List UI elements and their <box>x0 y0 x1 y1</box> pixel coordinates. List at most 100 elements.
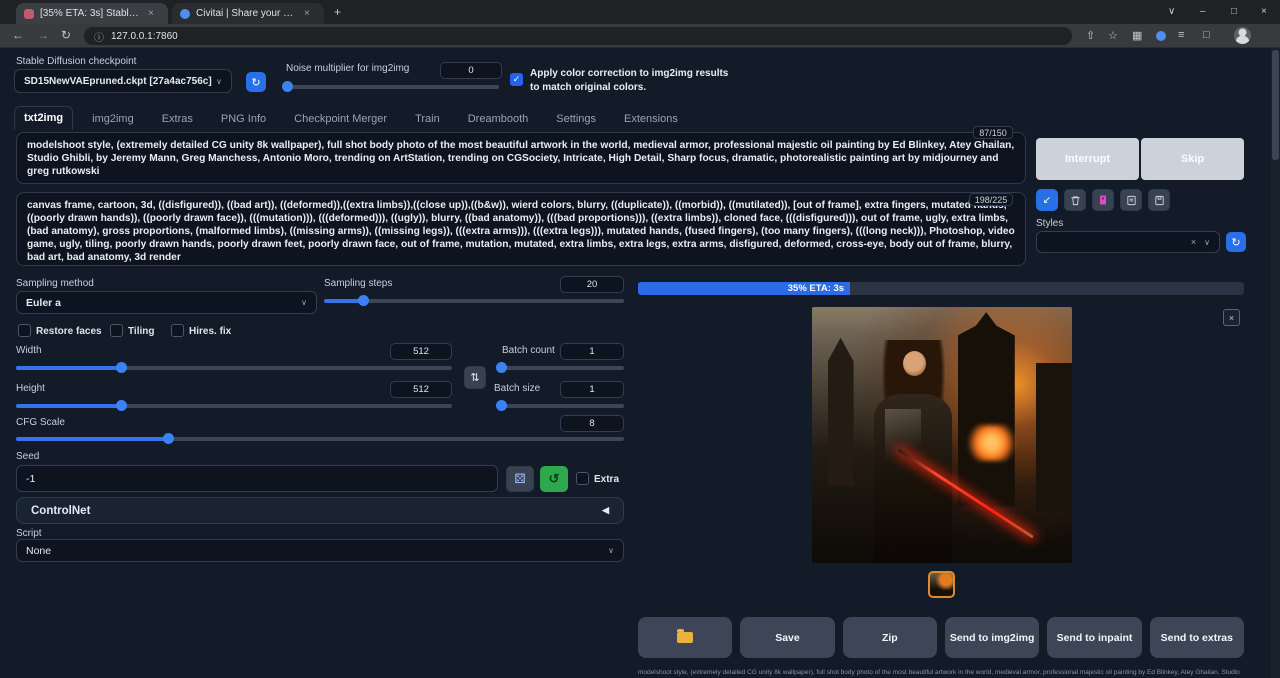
trash-icon <box>1070 195 1081 206</box>
main-tab-bar: txt2img img2img Extras PNG Info Checkpoi… <box>14 106 687 130</box>
generated-image-preview[interactable] <box>812 307 1072 563</box>
extension-blue-icon[interactable] <box>1156 31 1166 41</box>
app-window: [35% ETA: 3s] Stable Diffusion × Civitai… <box>0 0 1280 678</box>
width-value[interactable]: 512 <box>390 343 452 360</box>
script-dropdown[interactable]: None ∨ <box>16 539 624 562</box>
reuse-seed-button[interactable]: ↺ <box>540 466 568 492</box>
color-correction-checkbox[interactable]: ✓ <box>510 73 523 86</box>
window-chevron-icon[interactable]: ∨ <box>1168 6 1175 17</box>
forward-icon[interactable]: → <box>37 28 49 42</box>
script-label: Script <box>16 528 42 539</box>
slider-knob[interactable] <box>282 81 293 92</box>
restore-faces-label: Restore faces <box>36 326 102 337</box>
sampling-steps-label: Sampling steps <box>324 278 392 289</box>
profile-avatar[interactable] <box>1234 27 1251 44</box>
refresh-checkpoints-button[interactable]: ↻ <box>246 72 266 92</box>
tab-extras[interactable]: Extras <box>153 108 202 130</box>
site-info-icon[interactable]: ⓘ <box>94 29 104 44</box>
save-button[interactable]: Save <box>740 617 834 658</box>
new-tab-button[interactable]: + <box>334 5 341 19</box>
tab-close-icon[interactable]: × <box>148 8 154 19</box>
batch-count-slider[interactable] <box>496 366 624 370</box>
skip-button[interactable]: Skip <box>1141 138 1244 180</box>
apply-style-button[interactable] <box>1120 189 1142 211</box>
clear-styles-icon[interactable]: × <box>1191 237 1196 247</box>
cfg-scale-value[interactable]: 8 <box>560 415 624 432</box>
send-to-extras-button[interactable]: Send to extras <box>1150 617 1244 658</box>
menu-icon[interactable]: ≡ <box>1178 29 1184 41</box>
browser-tab-active[interactable]: [35% ETA: 3s] Stable Diffusion × <box>16 3 168 24</box>
extra-seed-checkbox[interactable] <box>576 472 589 485</box>
recycle-icon: ↺ <box>549 471 560 487</box>
prompt-token-counter: 87/150 <box>973 126 1013 139</box>
tab-checkpoint-merger[interactable]: Checkpoint Merger <box>285 108 396 130</box>
window-maximize-button[interactable]: □ <box>1231 6 1237 17</box>
window-close-button[interactable]: × <box>1261 6 1267 17</box>
tab-settings[interactable]: Settings <box>547 108 605 130</box>
sampling-steps-value[interactable]: 20 <box>560 276 624 293</box>
sampling-method-dropdown[interactable]: Euler a ∨ <box>16 291 317 314</box>
tab-txt2img[interactable]: txt2img <box>14 106 73 130</box>
folder-icon <box>677 632 693 643</box>
batch-size-value[interactable]: 1 <box>560 381 624 398</box>
reload-icon[interactable]: ↻ <box>61 28 71 42</box>
interrupt-button[interactable]: Interrupt <box>1036 138 1139 180</box>
seed-input[interactable]: -1 <box>16 465 498 492</box>
bookmark-star-icon[interactable]: ☆ <box>1108 29 1118 42</box>
open-folder-button[interactable] <box>638 617 732 658</box>
height-slider[interactable] <box>16 404 452 408</box>
batch-count-value[interactable]: 1 <box>560 343 624 360</box>
cfg-scale-slider[interactable] <box>16 437 624 441</box>
dice-icon: ⚄ <box>514 471 525 487</box>
send-to-inpaint-button[interactable]: Send to inpaint <box>1047 617 1141 658</box>
style-card-icon <box>1126 195 1137 206</box>
slider-knob[interactable] <box>116 400 127 411</box>
tab-png-info[interactable]: PNG Info <box>212 108 275 130</box>
checkpoint-value: SD15NewVAEpruned.ckpt [27a4ac756c] <box>24 76 212 87</box>
slider-knob[interactable] <box>116 362 127 373</box>
negative-prompt-input[interactable]: canvas frame, cartoon, 3d, ((disfigured)… <box>16 192 1026 266</box>
styles-dropdown[interactable]: × ∨ <box>1036 231 1220 253</box>
noise-multiplier-value[interactable]: 0 <box>440 62 502 79</box>
tab-close-icon[interactable]: × <box>304 8 310 19</box>
side-panel-icon[interactable]: □ <box>1203 29 1210 41</box>
window-minimize-button[interactable]: – <box>1200 6 1206 17</box>
batch-size-slider[interactable] <box>496 404 624 408</box>
zip-button[interactable]: Zip <box>843 617 937 658</box>
address-bar[interactable]: ⓘ 127.0.0.1:7860 <box>84 27 1072 45</box>
extensions-grid-icon[interactable]: ▦ <box>1132 29 1142 42</box>
slider-knob[interactable] <box>496 400 507 411</box>
prompt-input[interactable]: modelshoot style, (extremely detailed CG… <box>16 132 1026 184</box>
browser-tab-civitai[interactable]: Civitai | Share your models × <box>172 3 324 24</box>
tab-dreambooth[interactable]: Dreambooth <box>459 108 538 130</box>
tab-img2img[interactable]: img2img <box>83 108 143 130</box>
slider-knob[interactable] <box>358 295 369 306</box>
controlnet-accordion[interactable]: ControlNet ◀ <box>16 497 624 524</box>
extra-networks-button[interactable] <box>1092 189 1114 211</box>
page-scrollbar-thumb[interactable] <box>1272 50 1279 160</box>
tab-extensions[interactable]: Extensions <box>615 108 687 130</box>
close-preview-button[interactable]: × <box>1223 309 1240 326</box>
back-icon[interactable]: ← <box>12 28 24 42</box>
sampling-steps-slider[interactable] <box>324 299 624 303</box>
restore-faces-checkbox[interactable] <box>18 324 31 337</box>
tiling-checkbox[interactable] <box>110 324 123 337</box>
refresh-styles-button[interactable]: ↻ <box>1226 232 1246 252</box>
tab-train[interactable]: Train <box>406 108 449 130</box>
paste-params-button[interactable]: ↙ <box>1036 189 1058 211</box>
width-slider[interactable] <box>16 366 452 370</box>
save-style-button[interactable] <box>1148 189 1170 211</box>
height-value[interactable]: 512 <box>390 381 452 398</box>
share-icon[interactable]: ⇧ <box>1086 29 1095 42</box>
random-seed-button[interactable]: ⚄ <box>506 466 534 492</box>
noise-multiplier-slider[interactable] <box>282 85 499 89</box>
clear-prompt-button[interactable] <box>1064 189 1086 211</box>
slider-knob[interactable] <box>496 362 507 373</box>
save-style-icon <box>1154 195 1165 206</box>
swap-dimensions-button[interactable]: ⇅ <box>464 366 486 389</box>
gallery-thumbnail[interactable] <box>928 571 955 598</box>
hires-fix-checkbox[interactable] <box>171 324 184 337</box>
checkpoint-dropdown[interactable]: SD15NewVAEpruned.ckpt [27a4ac756c] ∨ <box>14 69 232 93</box>
send-to-img2img-button[interactable]: Send to img2img <box>945 617 1039 658</box>
slider-knob[interactable] <box>163 433 174 444</box>
